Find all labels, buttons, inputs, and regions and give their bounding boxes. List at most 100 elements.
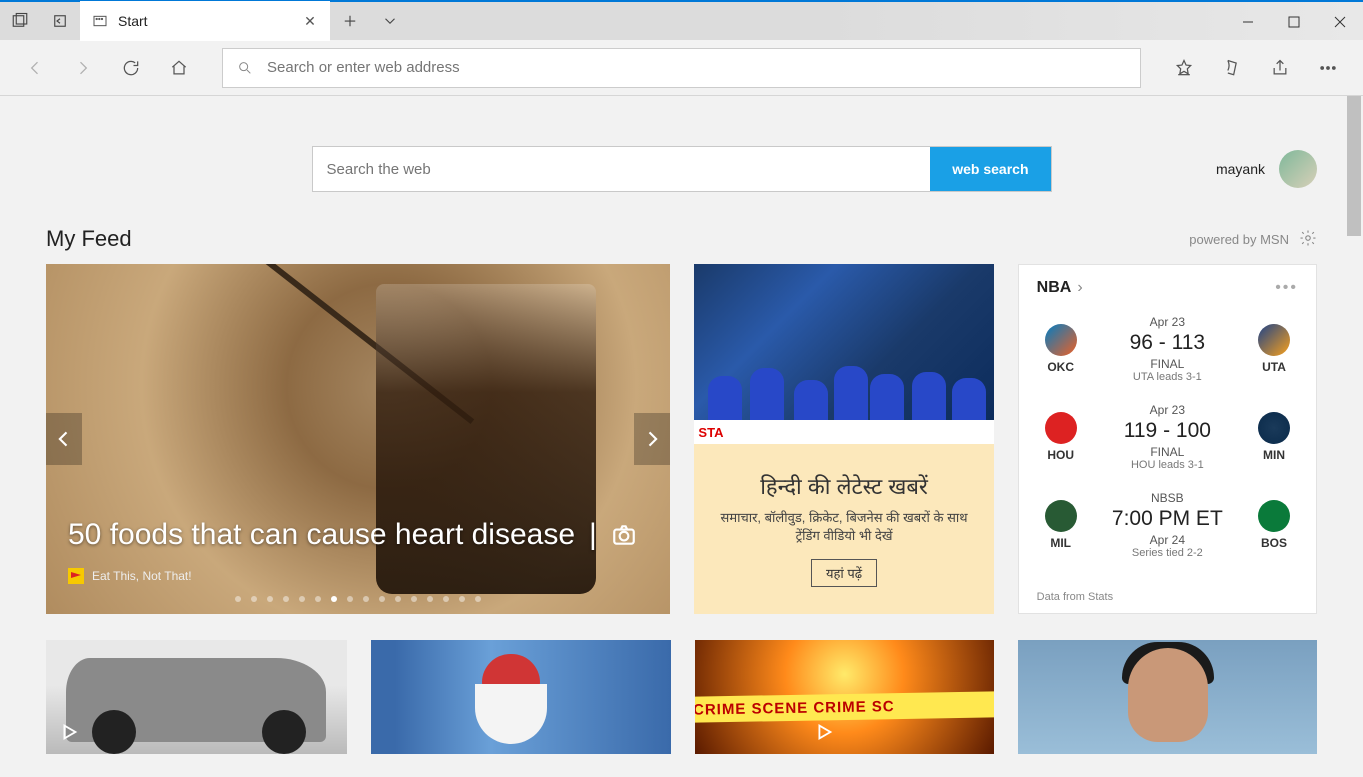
crime-tape-label: CRIME SCENE CRIME SC <box>695 691 994 723</box>
window-titlebar: Start ✕ <box>0 0 1363 40</box>
team-code: UTA <box>1262 360 1286 374</box>
nba-game-row[interactable]: MIL NBSB 7:00 PM ET Apr 24 Series tied 2… <box>1037 481 1298 569</box>
game-lead: HOU leads 3-1 <box>1085 459 1250 471</box>
nba-widget: NBA › ••• OKC Apr 23 96 - 113 FINAL UTA … <box>1018 264 1317 614</box>
feed-powered-label: powered by MSN <box>1189 232 1289 247</box>
game-lead: UTA leads 3-1 <box>1085 371 1250 383</box>
hero-prev-button[interactable] <box>46 413 82 465</box>
feed-title: My Feed <box>46 226 132 252</box>
favorites-button[interactable] <box>1163 47 1205 89</box>
hero-dot[interactable] <box>347 596 353 602</box>
game-date: NBSB <box>1085 491 1250 505</box>
nba-footer: Data from Stats <box>1037 591 1298 603</box>
game-score: 96 - 113 <box>1085 331 1250 355</box>
team-code: BOS <box>1261 536 1287 550</box>
thumb-card-guru[interactable] <box>371 640 670 754</box>
hero-dot[interactable] <box>235 596 241 602</box>
address-input[interactable] <box>267 59 1126 76</box>
hindi-card-cta[interactable]: यहां पढ़ें <box>811 559 877 587</box>
tab-favicon-icon <box>92 13 108 29</box>
game-date: Apr 23 <box>1085 403 1250 417</box>
team-code: MIN <box>1263 448 1285 462</box>
hero-dot[interactable] <box>283 596 289 602</box>
hero-dot[interactable] <box>427 596 433 602</box>
hero-dot[interactable] <box>299 596 305 602</box>
thumb-card-cricketer[interactable] <box>1018 640 1317 754</box>
user-area[interactable]: mayank <box>1216 150 1317 188</box>
hero-dot[interactable] <box>251 596 257 602</box>
hero-source: Eat This, Not That! <box>92 569 192 583</box>
source-badge-icon <box>68 568 84 584</box>
hero-dot[interactable] <box>395 596 401 602</box>
web-search-button[interactable]: web search <box>930 147 1050 191</box>
more-button[interactable] <box>1307 47 1349 89</box>
tab-actions-icon[interactable] <box>370 1 410 41</box>
nba-game-row[interactable]: OKC Apr 23 96 - 113 FINAL UTA leads 3-1 … <box>1037 305 1298 393</box>
forward-button[interactable] <box>62 47 104 89</box>
web-search-input[interactable] <box>313 147 931 191</box>
hindi-news-card[interactable]: STA हिन्दी की लेटेस्ट खबरें समाचार, बॉली… <box>694 264 993 614</box>
tabs-aside-icon[interactable] <box>0 1 40 41</box>
gear-icon[interactable] <box>1299 229 1317 250</box>
game-status: FINAL <box>1085 445 1250 459</box>
chevron-right-icon[interactable]: › <box>1077 279 1082 297</box>
nba-game-row[interactable]: HOU Apr 23 119 - 100 FINAL HOU leads 3-1… <box>1037 393 1298 481</box>
team-logo-icon <box>1258 324 1290 356</box>
hero-dot[interactable] <box>459 596 465 602</box>
hero-dot[interactable] <box>411 596 417 602</box>
team-logo-icon <box>1045 500 1077 532</box>
game-status: Apr 24 <box>1085 533 1250 547</box>
hero-dot[interactable] <box>267 596 273 602</box>
nba-title[interactable]: NBA <box>1037 279 1072 297</box>
team-logo-icon <box>1045 324 1077 356</box>
browser-tab[interactable]: Start ✕ <box>80 1 330 41</box>
hero-dot[interactable] <box>315 596 321 602</box>
hindi-card-heading: हिन्दी की लेटेस्ट खबरें <box>760 471 928 501</box>
hero-pagination-dots[interactable] <box>68 596 648 602</box>
hero-dot[interactable] <box>379 596 385 602</box>
hindi-card-sub: समाचार, बॉलीवुड, क्रिकेट, बिजनेस की खबरो… <box>708 509 979 545</box>
game-status: FINAL <box>1085 357 1250 371</box>
nba-more-icon[interactable]: ••• <box>1275 279 1298 297</box>
refresh-button[interactable] <box>110 47 152 89</box>
home-button[interactable] <box>158 47 200 89</box>
hero-dot[interactable] <box>363 596 369 602</box>
thumb-card-car[interactable] <box>46 640 347 754</box>
search-icon <box>237 60 253 76</box>
back-button[interactable] <box>14 47 56 89</box>
hero-sep: | <box>589 518 597 552</box>
hero-card[interactable]: 50 foods that can cause heart disease | … <box>46 264 670 614</box>
game-score: 7:00 PM ET <box>1085 507 1250 531</box>
hero-dot[interactable] <box>331 596 337 602</box>
browser-toolbar <box>0 40 1363 96</box>
avatar[interactable] <box>1279 150 1317 188</box>
team-logo-icon <box>1258 500 1290 532</box>
hindi-card-image: STA <box>694 264 993 444</box>
window-minimize-button[interactable] <box>1225 2 1271 42</box>
tab-title: Start <box>118 13 292 29</box>
team-code: MIL <box>1050 536 1071 550</box>
play-icon <box>813 721 835 748</box>
hero-next-button[interactable] <box>634 413 670 465</box>
hindi-img-banner: STA <box>694 420 993 444</box>
new-tab-button[interactable] <box>330 1 370 41</box>
share-button[interactable] <box>1259 47 1301 89</box>
window-close-button[interactable] <box>1317 2 1363 42</box>
set-aside-icon[interactable] <box>40 1 80 41</box>
tab-close-button[interactable]: ✕ <box>302 13 318 30</box>
hero-title: 50 foods that can cause heart disease <box>68 518 575 552</box>
game-date: Apr 23 <box>1085 315 1250 329</box>
reading-list-button[interactable] <box>1211 47 1253 89</box>
game-score: 119 - 100 <box>1085 419 1250 443</box>
hero-dot[interactable] <box>475 596 481 602</box>
team-code: HOU <box>1047 448 1074 462</box>
window-maximize-button[interactable] <box>1271 2 1317 42</box>
team-logo-icon <box>1045 412 1077 444</box>
play-icon <box>58 721 80 748</box>
web-search-box: web search <box>312 146 1052 192</box>
address-bar[interactable] <box>222 48 1141 88</box>
hero-dot[interactable] <box>443 596 449 602</box>
team-logo-icon <box>1258 412 1290 444</box>
thumb-card-crime[interactable]: CRIME SCENE CRIME SC <box>695 640 994 754</box>
camera-icon <box>611 522 637 548</box>
